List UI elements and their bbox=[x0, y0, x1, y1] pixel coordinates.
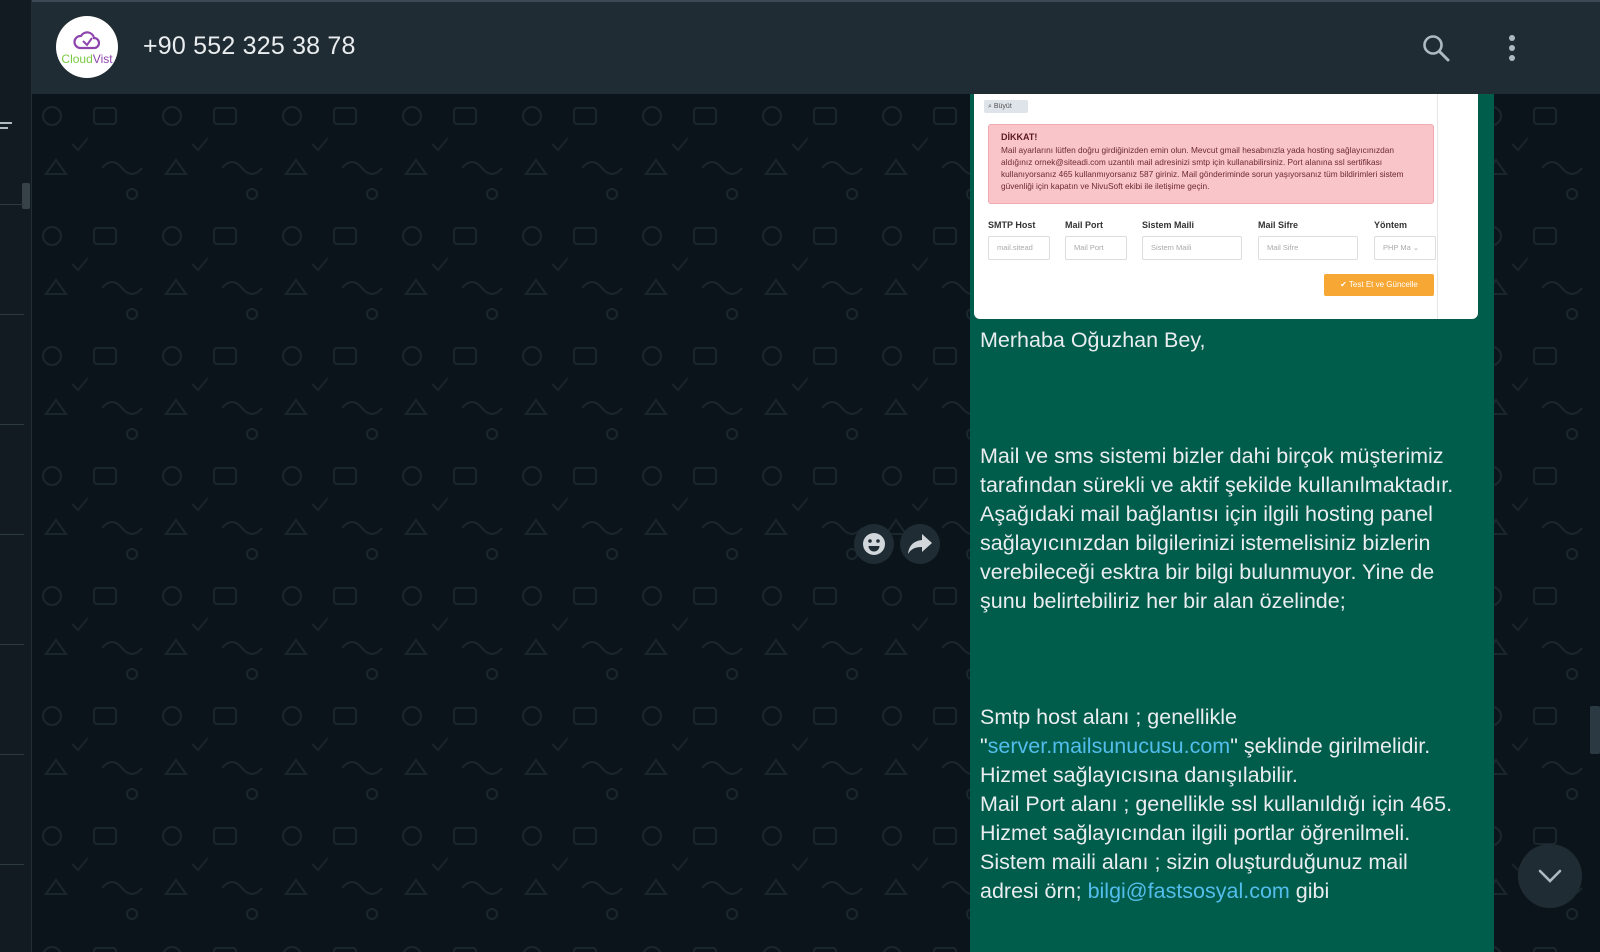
divider bbox=[0, 204, 24, 205]
panel-resize-handle[interactable] bbox=[1590, 706, 1600, 754]
divider bbox=[0, 424, 24, 425]
test-update-button: ✔ Test Et ve Güncelle bbox=[1324, 274, 1434, 296]
chat-list-edge bbox=[0, 0, 32, 952]
smtp-host-field: SMTP Host mail.sitead bbox=[988, 220, 1050, 260]
smtp-line: Smtp host alanı ; genellikle bbox=[980, 705, 1237, 729]
divider bbox=[0, 534, 24, 535]
warning-alert: DİKKAT! Mail ayarlarını lütfen doğru gir… bbox=[988, 124, 1434, 204]
paragraph-intro: Mail ve sms sistemi bizler dahi birçok m… bbox=[980, 444, 1454, 613]
cloud-logo-icon bbox=[73, 30, 101, 49]
forward-icon bbox=[908, 534, 932, 554]
port-note: Hizmet sağlayıcından ilgili portlar öğre… bbox=[980, 821, 1411, 845]
method-select: Yöntem PHP Ma ⌄ bbox=[1374, 220, 1436, 260]
search-icon[interactable] bbox=[1418, 30, 1454, 66]
message-bubble[interactable]: ⌕ Büyüt DİKKAT! Mail ayarlarını lütfen d… bbox=[970, 94, 1494, 952]
mail-password-field: Mail Sifre Mail Sifre bbox=[1258, 220, 1358, 260]
port-line: Mail Port alanı ; genellikle ssl kullanı… bbox=[980, 792, 1453, 816]
alert-title: DİKKAT! bbox=[1001, 132, 1038, 142]
forward-button[interactable] bbox=[900, 524, 940, 564]
filter-icon[interactable] bbox=[0, 122, 12, 132]
message-text: Merhaba Oğuzhan Bey, Mail ve sms sistemi… bbox=[980, 326, 1480, 906]
smtp-line-link: "server.mailsunucusu.com" şeklinde giril… bbox=[980, 734, 1431, 758]
settings-panel-preview: ⌕ Büyüt DİKKAT! Mail ayarlarını lütfen d… bbox=[974, 94, 1438, 319]
system-mail-field: Sistem Maili Sistem Maili bbox=[1142, 220, 1242, 260]
divider bbox=[0, 314, 24, 315]
system-mail-example: adresi örn; bilgi@fastsosyal.com gibi bbox=[980, 879, 1330, 903]
divider bbox=[0, 754, 24, 755]
chat-header[interactable]: CloudVist +90 552 325 38 78 bbox=[32, 0, 1600, 94]
avatar-logo-text: CloudVist bbox=[61, 51, 113, 66]
chat-list-scrollbar[interactable] bbox=[22, 183, 30, 209]
divider bbox=[0, 864, 24, 865]
zoom-badge: ⌕ Büyüt bbox=[984, 100, 1028, 113]
greeting: Merhaba Oğuzhan Bey, bbox=[980, 328, 1206, 352]
chevron-down-icon bbox=[1538, 869, 1562, 883]
attached-screenshot[interactable]: ⌕ Büyüt DİKKAT! Mail ayarlarını lütfen d… bbox=[974, 94, 1478, 319]
mail-settings-fields: SMTP Host mail.sitead Mail Port Mail Por… bbox=[988, 220, 1438, 264]
alert-text: Mail ayarlarını lütfen doğru girdiğinizd… bbox=[1001, 145, 1404, 191]
scroll-to-bottom-button[interactable] bbox=[1518, 844, 1582, 908]
mail-port-field: Mail Port Mail Port bbox=[1065, 220, 1127, 260]
conversation-panel[interactable]: ⌕ Büyüt DİKKAT! Mail ayarlarını lütfen d… bbox=[32, 94, 1600, 952]
contact-name[interactable]: +90 552 325 38 78 bbox=[143, 32, 356, 61]
emoji-react-button[interactable] bbox=[854, 524, 894, 564]
smtp-server-link[interactable]: server.mailsunucusu.com bbox=[988, 734, 1231, 758]
emoji-icon bbox=[863, 533, 885, 555]
smtp-note: Hizmet sağlayıcısına danışılabilir. bbox=[980, 763, 1298, 787]
system-mail-line: Sistem maili alanı ; sizin oluşturduğunu… bbox=[980, 850, 1408, 874]
menu-dots-icon[interactable] bbox=[1494, 30, 1530, 66]
avatar[interactable]: CloudVist bbox=[56, 16, 118, 78]
example-email-link[interactable]: bilgi@fastsosyal.com bbox=[1088, 879, 1290, 903]
divider bbox=[0, 644, 24, 645]
